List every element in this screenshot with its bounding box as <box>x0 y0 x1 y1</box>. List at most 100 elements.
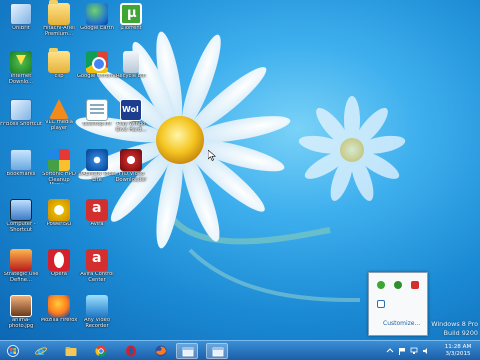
desktop-icon[interactable]: PowerISO <box>38 196 80 242</box>
photo-icon <box>10 295 32 317</box>
desktop-icon-label: Recycle Bin <box>116 74 146 79</box>
desktop-icon[interactable]: VLC media player <box>38 96 80 142</box>
taskbar-firefox-button[interactable] <box>150 343 172 359</box>
desktop-icon-label: Strategic Use Define... <box>3 272 39 283</box>
desktop-icon-label: µTorrent <box>120 26 142 31</box>
desktop-icon-label: Hitachi-Ariel Premium... <box>43 26 75 37</box>
desktop-icon[interactable]: YTD Video Downloader <box>110 146 152 192</box>
desktop-icon[interactable]: Mozilla Firefox <box>38 292 80 338</box>
avira-icon <box>86 199 108 221</box>
clock-date: 3/3/2015 <box>445 351 471 357</box>
utorrent-tray-icon[interactable] <box>394 281 402 289</box>
desktop-icon[interactable]: Hitachi-Ariel Premium... <box>38 0 80 46</box>
flag-icon[interactable] <box>398 347 406 355</box>
recycle-bin-icon <box>123 51 139 73</box>
desktop-icon[interactable]: µTorrent <box>110 0 152 46</box>
desktop-icon-label: Any Video Recorder <box>83 318 111 329</box>
windows-icon <box>7 345 19 357</box>
desktop-icon-label: Computer - Shortcut <box>6 222 36 233</box>
folder-icon <box>48 0 70 25</box>
avira-icon <box>86 249 108 271</box>
google-earth-icon <box>86 3 108 25</box>
desktop-icon-label: Avira Control Center <box>80 272 114 283</box>
desktop-icon-label: Softonic HPD Cleanup Manu... <box>42 172 76 184</box>
poweriso-icon <box>48 199 70 221</box>
window-tray-icon[interactable] <box>377 300 385 308</box>
show-hidden-icons-chevron-icon[interactable] <box>386 347 394 355</box>
firefox-icon <box>48 295 70 317</box>
bookmark-icon <box>10 149 32 171</box>
desktop-icon-label: clip <box>54 74 64 79</box>
desktop-icon-label: anima-photo.jpg <box>8 318 34 329</box>
customize-link[interactable]: Customize... <box>383 320 420 327</box>
window-icon <box>212 347 224 357</box>
utorrent-icon <box>120 3 142 25</box>
volume-icon[interactable] <box>422 347 430 355</box>
any-video-icon <box>86 295 108 317</box>
desktop-icon-label: Bookmarks <box>6 172 36 177</box>
computer-icon <box>10 199 32 221</box>
window-icon <box>182 347 194 357</box>
desktop-icon[interactable]: Recycle Bin <box>110 48 152 94</box>
windows-build-watermark: Windows 8 Pro Build 9200 <box>431 320 478 338</box>
taskbar-window-button-2[interactable] <box>206 343 228 359</box>
desktop-icon-label: Mozilla Firefox <box>40 318 78 323</box>
desktop-icon[interactable]: Avira <box>76 196 118 242</box>
taskbar-ie-button[interactable]: e <box>30 343 52 359</box>
desktop-icon-label: Avira <box>90 222 104 227</box>
desktop-icon[interactable]: Play Wingo Give Hard... <box>110 96 152 142</box>
taskbar-opera-button[interactable] <box>120 343 142 359</box>
desktop-icon[interactable]: Avira Control Center <box>76 246 118 292</box>
desktop-icon[interactable]: UniBrit <box>0 0 42 46</box>
watermark-build: Build 9200 <box>443 329 478 337</box>
ytd-icon <box>120 149 142 171</box>
app-icon <box>10 99 32 121</box>
idm-tray-icon[interactable] <box>377 281 385 289</box>
notification-area-overflow-popup: Customize... <box>368 272 428 336</box>
desktop-icon-label: Play Wingo Give Hard... <box>115 122 147 133</box>
desktop-icon[interactable]: Bookmarks <box>0 146 42 192</box>
desktop-icon[interactable]: Opera <box>38 246 80 292</box>
opera-icon <box>126 345 136 357</box>
desktop-icon[interactable]: Internet Downlo... <box>0 48 42 94</box>
desktop-icon-label: Internet Downlo... <box>8 74 34 85</box>
chrome-icon <box>95 345 107 357</box>
daemon-tools-icon <box>86 149 108 171</box>
desktop-icon[interactable]: Any Video Recorder <box>76 292 118 338</box>
folder-icon <box>65 347 77 356</box>
taskbar-chrome-button[interactable] <box>90 343 112 359</box>
ie-icon: e <box>35 345 47 357</box>
notification-area: 11:28 AM 3/3/2015 <box>386 342 478 360</box>
app-icon <box>10 3 32 25</box>
desktop-icon-label: UniBrit <box>12 26 30 31</box>
desktop-icon-label: VLC media player <box>45 120 73 131</box>
network-icon[interactable] <box>410 347 418 355</box>
taskbar-window-button-1[interactable] <box>176 343 198 359</box>
desktop-icon[interactable]: Softonic HPD Cleanup Manu... <box>38 146 80 192</box>
desktop-icon[interactable]: clip <box>38 48 80 94</box>
folder-icon <box>48 48 70 73</box>
desktop-icon[interactable]: Computer - Shortcut <box>0 196 42 242</box>
avira-tray-icon[interactable] <box>411 281 419 289</box>
chrome-icon <box>86 51 108 73</box>
taskbar-clock[interactable]: 11:28 AM 3/3/2015 <box>442 344 474 358</box>
watermark-edition: Windows 8 Pro <box>431 320 478 328</box>
idm-icon <box>10 51 32 73</box>
document-icon <box>86 99 108 121</box>
desktop-icon[interactable]: anima-photo.jpg <box>0 292 42 338</box>
mouse-pointer-icon <box>208 150 216 161</box>
desktop-icon-label: Opera <box>51 272 67 277</box>
desktop-icon-label: PowerISO <box>46 222 72 227</box>
desktop-icon[interactable]: FFBoss Shortcut <box>0 96 42 142</box>
vlc-icon <box>49 99 69 119</box>
start-button[interactable] <box>2 343 24 359</box>
picasa-icon <box>48 149 70 171</box>
clock-time: 11:28 AM <box>444 344 472 350</box>
taskbar: e 11:28 AM 3/3/2015 <box>0 340 480 360</box>
opera-icon <box>48 249 70 271</box>
desktop-icon[interactable]: Strategic Use Define... <box>0 246 42 292</box>
app-icon <box>10 249 32 271</box>
svg-text:e: e <box>37 345 44 357</box>
wol-icon <box>120 99 142 121</box>
taskbar-explorer-button[interactable] <box>60 343 82 359</box>
